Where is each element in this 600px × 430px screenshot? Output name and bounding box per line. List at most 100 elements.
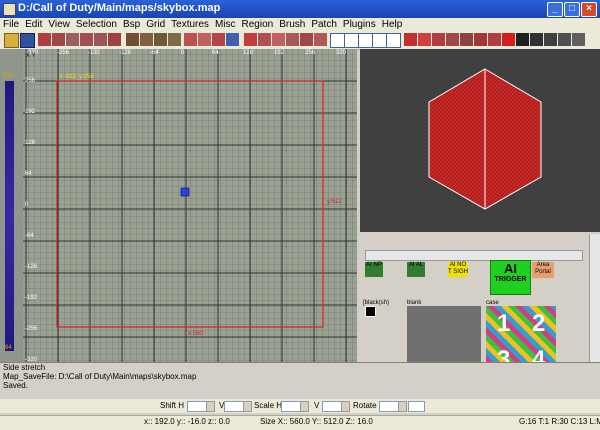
menu-textures[interactable]: Textures <box>168 18 212 31</box>
texture-trigger[interactable]: AI TRIGGER <box>490 260 531 295</box>
grid-view[interactable]: 512 -64 -320 -256 -192 -128 -64 0 64 128 192 256 3… <box>0 49 357 362</box>
select-touching-icon[interactable] <box>140 33 153 46</box>
flip-x-icon[interactable] <box>38 33 51 46</box>
bend-icon[interactable] <box>418 33 431 46</box>
texture-black[interactable] <box>365 306 376 317</box>
z-axis-icon[interactable] <box>386 33 401 48</box>
rotate-input[interactable] <box>379 401 399 412</box>
texture-lock-icon[interactable] <box>258 33 271 46</box>
rotate-x-icon[interactable] <box>80 33 93 46</box>
shift-h-input[interactable] <box>187 401 207 412</box>
change-views-icon[interactable] <box>244 33 257 46</box>
x-axis-icon[interactable] <box>358 33 373 48</box>
console-line: Side stretch <box>3 363 46 372</box>
save-icon[interactable] <box>20 33 35 48</box>
console-output: Side stretch Map_SaveFile: D:\Call of Du… <box>0 362 600 400</box>
scale-v-input[interactable] <box>322 401 342 412</box>
texture-ai-al[interactable]: AI AL <box>407 262 425 277</box>
hollow-icon[interactable] <box>212 33 225 46</box>
menu-file[interactable]: File <box>0 18 22 31</box>
texture-case[interactable]: 1 2 3 4 <box>486 306 556 362</box>
x-tick-label: 64 <box>212 50 219 56</box>
shift-v-spinner[interactable] <box>243 401 252 412</box>
entity-icon[interactable] <box>530 33 543 46</box>
grid-background <box>23 49 357 362</box>
y-tick-label: 192 <box>25 109 36 115</box>
light-icon[interactable] <box>544 33 557 46</box>
filter-icon[interactable] <box>572 33 585 46</box>
rotate-spinner[interactable] <box>398 401 407 412</box>
insert-icon[interactable] <box>432 33 445 46</box>
menu-patch[interactable]: Patch <box>308 18 340 31</box>
scale-h-input[interactable] <box>281 401 301 412</box>
case-number-3: 3 <box>497 346 511 362</box>
rotate-z-icon[interactable] <box>108 33 121 46</box>
scale-v-spinner[interactable] <box>341 401 350 412</box>
menu-misc[interactable]: Misc <box>212 18 239 31</box>
texture-ai-np[interactable]: AI NP <box>365 262 383 277</box>
shift-h-spinner[interactable] <box>206 401 215 412</box>
view-axis-label: X Y <box>26 53 36 59</box>
y-tick-label: 128 <box>25 140 36 146</box>
select-inside-icon[interactable] <box>168 33 181 46</box>
flip-z-icon[interactable] <box>66 33 79 46</box>
grid-canvas[interactable]: -320 -256 -192 -128 -64 0 64 128 192 256 320 25619… <box>23 49 357 362</box>
selected-entity[interactable] <box>180 187 190 197</box>
trigger-logo-top: AI <box>504 261 517 276</box>
menu-region[interactable]: Region <box>239 18 277 31</box>
status-grid-info: G:16 T:1 R:30 C:13 L:M <box>519 417 600 426</box>
select-complete-tall-icon[interactable] <box>126 33 139 46</box>
menu-plugins[interactable]: Plugins <box>340 18 379 31</box>
view-icon[interactable] <box>300 33 313 46</box>
weld-icon[interactable] <box>446 33 459 46</box>
minimize-button[interactable]: _ <box>547 2 563 17</box>
select-partial-tall-icon[interactable] <box>154 33 167 46</box>
trigger-logo-bottom: TRIGGER <box>494 276 527 283</box>
y-axis-icon[interactable] <box>372 33 387 48</box>
scale-h-spinner[interactable] <box>300 401 309 412</box>
texture-ai-no-sight[interactable]: AI NO T SIGH <box>448 262 468 277</box>
texture-area-portal[interactable]: Area Portal <box>532 262 554 278</box>
menu-edit[interactable]: Edit <box>22 18 45 31</box>
close-button[interactable]: × <box>581 2 597 17</box>
menu-view[interactable]: View <box>45 18 73 31</box>
menu-grid[interactable]: Grid <box>143 18 168 31</box>
case-number-1: 1 <box>497 310 511 337</box>
title-bar: D:/Call of Duty/Main/maps/skybox.map _ □… <box>0 0 600 18</box>
menu-brush[interactable]: Brush <box>276 18 308 31</box>
maximize-button[interactable]: □ <box>564 2 580 17</box>
camera-view[interactable] <box>360 49 600 232</box>
cube-icon[interactable] <box>344 33 359 48</box>
curve-icon[interactable] <box>474 33 487 46</box>
tessellate-icon[interactable] <box>488 33 501 46</box>
z-label-top: 512 <box>3 73 14 79</box>
select-icon[interactable] <box>330 33 345 48</box>
z-view-strip[interactable]: 512 -64 <box>0 49 23 362</box>
show-names-icon[interactable] <box>286 33 299 46</box>
y-tick-label: -128 <box>25 264 38 270</box>
texture-scrollbar-v[interactable] <box>589 234 600 362</box>
rotate-step-input[interactable] <box>408 401 425 412</box>
csg-subtract-icon[interactable] <box>184 33 197 46</box>
patch-icon[interactable] <box>404 33 417 46</box>
rotate-y-icon[interactable] <box>94 33 107 46</box>
drill-icon[interactable] <box>460 33 473 46</box>
shift-v-input[interactable] <box>224 401 244 412</box>
model-icon[interactable] <box>558 33 571 46</box>
menu-help[interactable]: Help <box>379 18 406 31</box>
entities-as-icon[interactable] <box>272 33 285 46</box>
x-tick-label: 128 <box>243 50 254 56</box>
menu-selection[interactable]: Selection <box>73 18 120 31</box>
camera-canvas[interactable] <box>360 49 600 232</box>
menu-bsp[interactable]: Bsp <box>120 18 143 31</box>
csg-merge-icon[interactable] <box>198 33 211 46</box>
stop-icon[interactable] <box>502 33 515 46</box>
camera-icon[interactable] <box>314 33 327 46</box>
texture-browser[interactable]: AI NP AI AL AI NO T SIGH AI TRIGGER Area… <box>360 234 600 362</box>
flip-y-icon[interactable] <box>52 33 65 46</box>
brush-icon[interactable] <box>516 33 529 46</box>
clipper-icon[interactable] <box>226 33 239 46</box>
texture-blank[interactable] <box>407 306 481 362</box>
open-icon[interactable] <box>4 33 19 48</box>
texture-scrollbar-h[interactable] <box>365 250 583 261</box>
